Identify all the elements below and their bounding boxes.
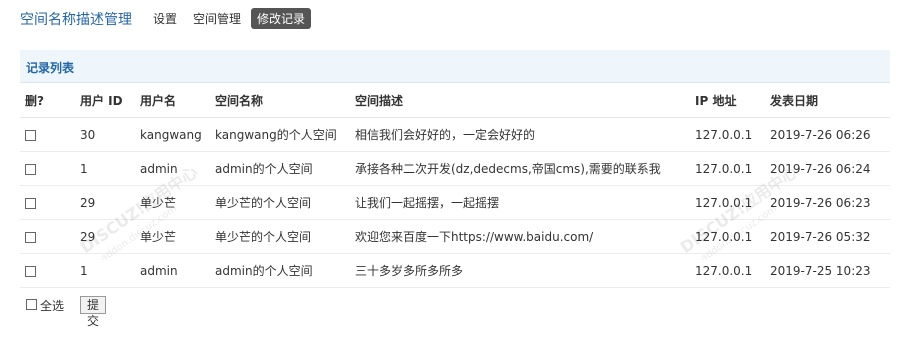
submit-button[interactable]: 提交 bbox=[80, 296, 107, 328]
cell-post-date: 2019-7-25 10:23 bbox=[765, 253, 890, 288]
cell-ip-address: 127.0.0.1 bbox=[690, 151, 765, 186]
column-header-user-id: 用户 ID bbox=[75, 84, 135, 118]
cell-username: 单少芒 bbox=[135, 185, 210, 220]
cell-user-id: 29 bbox=[75, 219, 135, 254]
cell-space-description: 三十多岁多所多所多 bbox=[350, 253, 690, 288]
cell-username: 单少芒 bbox=[135, 219, 210, 254]
cell-space-name: kangwang的个人空间 bbox=[210, 117, 350, 152]
table-row: 1 admin admin的个人空间 承接各种二次开发(dz,dedecms,帝… bbox=[20, 151, 890, 186]
cell-post-date: 2019-7-26 06:24 bbox=[765, 151, 890, 186]
cell-post-date: 2019-7-26 05:32 bbox=[765, 219, 890, 254]
cell-space-description: 承接各种二次开发(dz,dedecms,帝国cms),需要的联系我 bbox=[350, 151, 690, 186]
cell-space-name: admin的个人空间 bbox=[210, 253, 350, 288]
cell-user-id: 1 bbox=[75, 151, 135, 186]
cell-ip-address: 127.0.0.1 bbox=[690, 185, 765, 220]
column-header-space-description: 空间描述 bbox=[350, 84, 690, 118]
cell-user-id: 1 bbox=[75, 253, 135, 288]
cell-space-name: admin的个人空间 bbox=[210, 151, 350, 186]
column-header-space-name: 空间名称 bbox=[210, 84, 350, 118]
cell-user-id: 30 bbox=[75, 117, 135, 152]
cell-post-date: 2019-7-26 06:23 bbox=[765, 185, 890, 220]
records-table: 删? 用户 ID 用户名 空间名称 空间描述 IP 地址 发表日期 30 kan… bbox=[20, 84, 890, 288]
delete-checkbox[interactable] bbox=[25, 129, 36, 141]
table-row: 29 单少芒 单少芒的个人空间 欢迎您来百度一下https://www.baid… bbox=[20, 219, 890, 254]
delete-checkbox[interactable] bbox=[25, 231, 36, 243]
delete-checkbox[interactable] bbox=[25, 163, 36, 175]
nav-space-management[interactable]: 空间管理 bbox=[193, 10, 241, 27]
cell-username: kangwang bbox=[135, 117, 210, 152]
cell-ip-address: 127.0.0.1 bbox=[690, 253, 765, 288]
cell-space-description: 相信我们会好好的，一定会好好的 bbox=[350, 117, 690, 152]
cell-space-description: 让我们一起摇摆，一起摇摆 bbox=[350, 185, 690, 220]
cell-user-id: 29 bbox=[75, 185, 135, 220]
cell-username: admin bbox=[135, 253, 210, 288]
cell-post-date: 2019-7-26 06:26 bbox=[765, 117, 890, 152]
select-all-checkbox[interactable] bbox=[26, 299, 37, 310]
cell-space-name: 单少芒的个人空间 bbox=[210, 219, 350, 254]
column-header-post-date: 发表日期 bbox=[765, 84, 890, 118]
column-header-delete: 删? bbox=[20, 84, 75, 118]
table-row: 29 单少芒 单少芒的个人空间 让我们一起摇摆，一起摇摆 127.0.0.1 2… bbox=[20, 185, 890, 220]
cell-username: admin bbox=[135, 151, 210, 186]
table-header-row: 删? 用户 ID 用户名 空间名称 空间描述 IP 地址 发表日期 bbox=[20, 84, 890, 118]
cell-space-description: 欢迎您来百度一下https://www.baidu.com/ bbox=[350, 219, 690, 254]
section-title: 记录列表 bbox=[26, 61, 75, 75]
cell-ip-address: 127.0.0.1 bbox=[690, 219, 765, 254]
select-all-label: 全选 bbox=[40, 299, 65, 313]
cell-space-name: 单少芒的个人空间 bbox=[210, 185, 350, 220]
app-title: 空间名称描述管理 bbox=[20, 12, 132, 28]
table-row: 30 kangwang kangwang的个人空间 相信我们会好好的，一定会好好… bbox=[20, 117, 890, 152]
column-header-username: 用户名 bbox=[135, 84, 210, 118]
top-navigation: 空间名称描述管理 设置 空间管理 修改记录 bbox=[0, 0, 910, 34]
nav-settings[interactable]: 设置 bbox=[153, 10, 177, 27]
section-header: 记录列表 bbox=[20, 50, 890, 83]
delete-checkbox[interactable] bbox=[25, 197, 36, 209]
cell-ip-address: 127.0.0.1 bbox=[690, 117, 765, 152]
table-row: 1 admin admin的个人空间 三十多岁多所多所多 127.0.0.1 2… bbox=[20, 253, 890, 288]
delete-checkbox[interactable] bbox=[25, 265, 36, 277]
nav-modification-records[interactable]: 修改记录 bbox=[251, 8, 312, 29]
column-header-ip-address: IP 地址 bbox=[690, 84, 765, 118]
